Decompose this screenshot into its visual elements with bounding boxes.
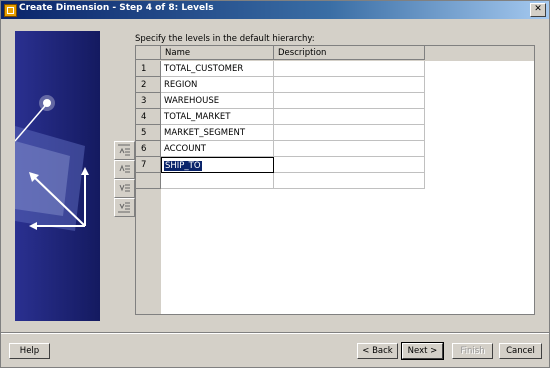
help-button[interactable]: Help [9,343,50,359]
cancel-button-label: Cancel [506,346,535,356]
level-name-cell[interactable]: TOTAL_MARKET [161,109,274,125]
row-number [136,173,161,189]
level-description-cell[interactable] [274,77,425,93]
next-button[interactable]: Next > [401,342,444,360]
cancel-button[interactable]: Cancel [499,343,542,359]
level-description-cell[interactable] [274,61,425,77]
table-row[interactable]: 2 REGION [136,77,425,93]
table-row[interactable]: 5 MARKET_SEGMENT [136,125,425,141]
help-button-label: Help [19,346,40,356]
level-description-cell[interactable] [274,93,425,109]
app-icon [4,4,17,17]
wizard-illustration [15,31,100,321]
row-number: 6 [136,141,161,157]
create-dimension-dialog: Create Dimension - Step 4 of 8: Levels ✕ [0,0,550,368]
level-name-edit-field[interactable]: SHIP_TO [161,157,274,173]
level-name-cell[interactable]: TOTAL_CUSTOMER [161,61,274,77]
level-name-cell[interactable]: REGION [161,77,274,93]
row-number: 2 [136,77,161,93]
move-down-icon [119,184,130,192]
finish-button[interactable]: Finish [452,343,493,359]
row-number: 7 [136,157,161,173]
move-up-button[interactable] [114,160,135,179]
move-bottom-icon [118,202,130,213]
instruction-text: Specify the levels in the default hierar… [135,34,315,44]
title-bar: Create Dimension - Step 4 of 8: Levels ✕ [1,1,549,19]
move-down-button[interactable] [114,179,135,198]
back-button[interactable]: < Back [357,343,398,359]
level-description-cell[interactable] [274,173,425,189]
move-bottom-button[interactable] [114,198,135,217]
table-row[interactable]: 1 TOTAL_CUSTOMER [136,61,425,77]
row-number: 3 [136,93,161,109]
table-row[interactable]: 4 TOTAL_MARKET [136,109,425,125]
level-description-cell[interactable] [274,157,425,173]
table-header: Name Description [136,46,534,61]
level-name-cell[interactable]: ACCOUNT [161,141,274,157]
finish-button-label: Finish [460,346,485,356]
next-button-label: Next > [407,346,438,356]
move-top-button[interactable] [114,141,135,160]
row-number: 1 [136,61,161,77]
levels-table[interactable]: Name Description 1 TOTAL_CUSTOMER 2 REGI… [135,45,535,315]
table-row[interactable]: 7 SHIP_TO [136,157,425,173]
level-description-cell[interactable] [274,109,425,125]
footer-separator [1,332,549,334]
table-row-empty[interactable] [136,173,425,189]
table-row[interactable]: 3 WAREHOUSE [136,93,425,109]
close-button[interactable]: ✕ [530,3,546,17]
level-name-cell[interactable] [161,173,274,189]
move-top-icon [118,144,130,156]
row-number: 4 [136,109,161,125]
row-number-header [136,46,161,60]
level-name-cell[interactable]: MARKET_SEGMENT [161,125,274,141]
name-column-header[interactable]: Name [161,46,274,60]
level-description-cell[interactable] [274,141,425,157]
level-description-cell[interactable] [274,125,425,141]
selected-text[interactable]: SHIP_TO [164,161,202,171]
level-name-cell[interactable]: WAREHOUSE [161,93,274,109]
move-up-icon [119,164,130,173]
description-column-header[interactable]: Description [274,46,425,60]
table-row[interactable]: 6 ACCOUNT [136,141,425,157]
back-button-label: < Back [362,346,393,356]
row-number: 5 [136,125,161,141]
window-title: Create Dimension - Step 4 of 8: Levels [19,3,214,13]
